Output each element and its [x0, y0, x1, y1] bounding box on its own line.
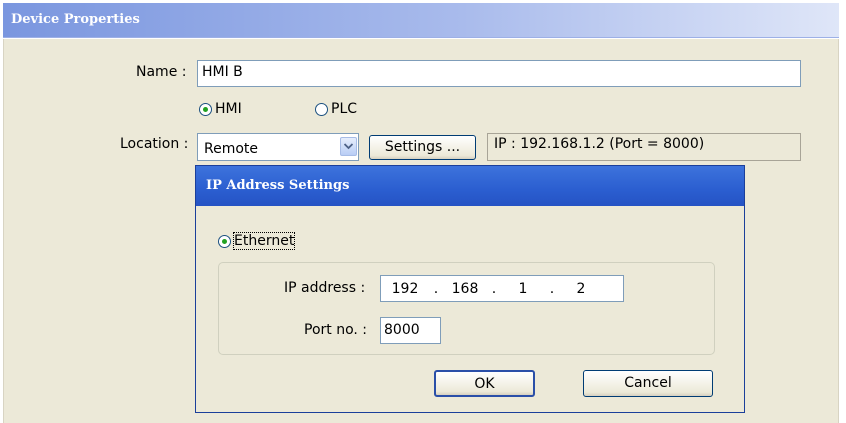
radio-hmi[interactable]: HMI [199, 101, 242, 117]
ip-dot: . [549, 280, 555, 297]
ip-octet-2[interactable]: 168 [443, 281, 487, 297]
location-select[interactable]: Remote [197, 133, 359, 161]
chevron-down-icon[interactable] [340, 137, 357, 156]
radio-ethernet[interactable]: Ethernet [218, 232, 296, 250]
dialog-title: IP Address Settings [206, 178, 350, 193]
ip-dot: . [433, 280, 439, 297]
radio-hmi-label: HMI [215, 101, 242, 117]
ip-address-label: IP address : [284, 280, 366, 296]
radio-plc[interactable]: PLC [315, 101, 357, 117]
ip-summary-field: IP : 192.168.1.2 (Port = 8000) [487, 133, 801, 161]
location-label: Location : [120, 136, 189, 152]
radio-plc-indicator [315, 102, 328, 116]
radio-ethernet-label: Ethernet [232, 232, 296, 250]
ip-address-input[interactable]: 192 . 168 . 1 . 2 [380, 275, 624, 302]
ip-address-settings-dialog: IP Address Settings Ethernet IP address … [195, 165, 745, 413]
window-title: Device Properties [11, 12, 140, 27]
name-label: Name : [136, 64, 187, 80]
radio-plc-label: PLC [331, 101, 358, 117]
port-input[interactable]: 8000 [380, 317, 441, 344]
radio-ethernet-indicator [218, 234, 231, 248]
port-label: Port no. : [304, 322, 368, 338]
window-title-bar: Device Properties [3, 3, 839, 38]
cancel-button[interactable]: Cancel [583, 370, 713, 397]
settings-button[interactable]: Settings ... [369, 135, 476, 160]
ip-dot: . [491, 280, 497, 297]
ip-octet-1[interactable]: 192 [381, 281, 429, 297]
location-select-value: Remote [204, 141, 259, 157]
ok-button[interactable]: OK [434, 370, 535, 397]
radio-hmi-indicator [199, 102, 212, 116]
ip-octet-4[interactable]: 2 [559, 281, 603, 297]
ip-octet-3[interactable]: 1 [501, 281, 545, 297]
dialog-title-bar: IP Address Settings [196, 166, 744, 206]
name-input[interactable]: HMI B [197, 60, 801, 87]
